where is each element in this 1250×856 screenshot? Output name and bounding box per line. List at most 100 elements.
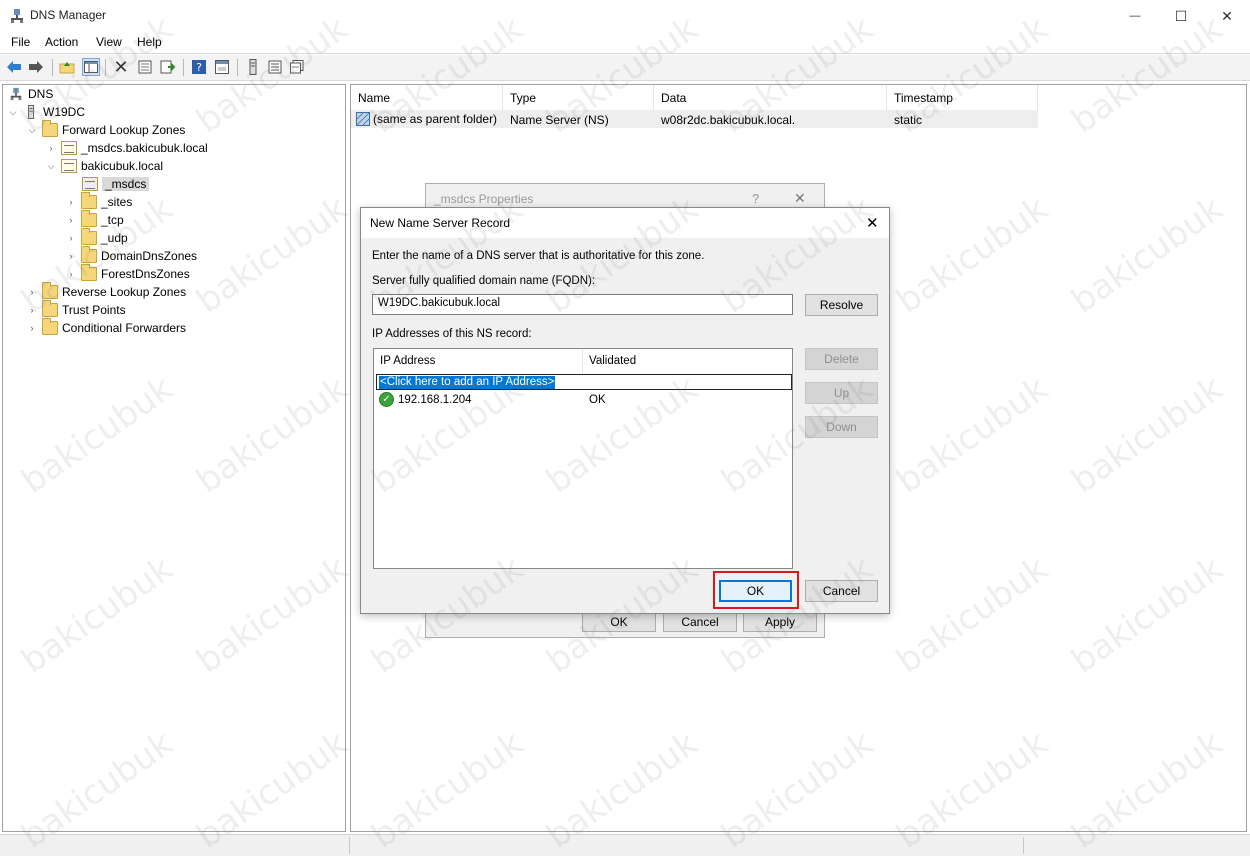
- close-icon[interactable]: ✕: [794, 190, 806, 207]
- window-title: DNS Manager: [30, 8, 107, 22]
- collapsed-chevron-icon[interactable]: ›: [26, 287, 38, 297]
- menu-help[interactable]: Help: [137, 35, 162, 49]
- list-icon[interactable]: [266, 58, 284, 76]
- folder-icon: [42, 120, 58, 137]
- tree-node-conditional-forwarders[interactable]: › Conditional Forwarders: [26, 318, 187, 337]
- folder-icon: [81, 228, 97, 245]
- records-icon[interactable]: [288, 58, 306, 76]
- tree-node-forward-lookup-zones[interactable]: ⌵ Forward Lookup Zones: [26, 120, 185, 139]
- list-item[interactable]: ✓ 192.168.1.204 OK: [378, 391, 792, 409]
- add-ip-address-placeholder[interactable]: <Click here to add an IP Address>: [379, 376, 556, 389]
- props-ok-button[interactable]: OK: [582, 612, 656, 632]
- tree-label: Conditional Forwarders: [62, 321, 187, 335]
- ip-addresses-label: IP Addresses of this NS record:: [372, 328, 532, 340]
- collapsed-chevron-icon[interactable]: ›: [26, 305, 38, 315]
- close-icon: ✕: [1221, 7, 1233, 24]
- tree-label: W19DC: [43, 105, 86, 119]
- menu-file[interactable]: File: [11, 35, 30, 49]
- tree-node-reverse-lookup-zones[interactable]: › Reverse Lookup Zones: [26, 282, 186, 301]
- console-icon[interactable]: [213, 58, 231, 76]
- cancel-button[interactable]: Cancel: [805, 580, 878, 602]
- column-header-type[interactable]: Type: [503, 85, 654, 110]
- add-ip-address-row[interactable]: <Click here to add an IP Address>: [376, 374, 792, 390]
- tree-node-domain-zone[interactable]: ⌵ bakicubuk.local: [45, 157, 163, 175]
- collapsed-chevron-icon[interactable]: ›: [65, 197, 77, 207]
- server-icon: [27, 105, 35, 119]
- forward-arrow-icon[interactable]: [27, 58, 45, 76]
- folder-icon: [42, 318, 58, 335]
- menu-view[interactable]: View: [96, 35, 122, 49]
- column-header-name[interactable]: Name: [351, 85, 503, 110]
- ip-address-list[interactable]: IP Address Validated <Click here to add …: [373, 348, 793, 569]
- dialog-title-bar: New Name Server Record ✕: [361, 208, 889, 238]
- collapsed-chevron-icon[interactable]: ›: [26, 323, 38, 333]
- column-header-timestamp[interactable]: Timestamp: [887, 85, 1038, 110]
- tree-label: bakicubuk.local: [81, 159, 164, 173]
- folder-icon: [42, 300, 58, 317]
- menu-action[interactable]: Action: [45, 35, 78, 49]
- tree-node-msdcs[interactable]: _msdcs: [66, 175, 150, 193]
- column-header-data[interactable]: Data: [654, 85, 887, 110]
- dns-icon: [10, 87, 22, 101]
- down-button[interactable]: Down: [805, 416, 878, 438]
- resolve-button[interactable]: Resolve: [805, 294, 878, 316]
- dns-manager-icon: [11, 9, 23, 23]
- tree-node-dns[interactable]: DNS: [6, 85, 53, 103]
- new-name-server-record-dialog: New Name Server Record ✕ Enter the name …: [360, 207, 890, 614]
- record-icon: [356, 112, 370, 126]
- menu-bar: File Action View Help: [0, 32, 1250, 54]
- tree-label: Trust Points: [62, 303, 126, 317]
- tree-node-sites[interactable]: › _sites: [65, 192, 133, 211]
- delete-button[interactable]: Delete: [805, 348, 878, 370]
- fqdn-input[interactable]: W19DC.bakicubuk.local: [372, 294, 793, 315]
- tree-node-forestdnszones[interactable]: › ForestDnsZones: [65, 264, 190, 283]
- collapsed-chevron-icon[interactable]: ›: [45, 143, 57, 153]
- collapsed-chevron-icon[interactable]: ›: [65, 233, 77, 243]
- up-folder-icon[interactable]: [58, 58, 76, 76]
- tree-label: _sites: [101, 195, 133, 209]
- ok-button[interactable]: OK: [719, 580, 792, 602]
- ip-address-value: 192.168.1.204: [398, 394, 472, 406]
- properties-icon[interactable]: [136, 58, 154, 76]
- show-hide-tree-icon[interactable]: [82, 58, 100, 76]
- status-bar: [0, 834, 1250, 856]
- tree-node-udp[interactable]: › _udp: [65, 228, 128, 247]
- tree-label: _tcp: [101, 213, 124, 227]
- props-apply-button[interactable]: Apply: [743, 612, 817, 632]
- delete-icon[interactable]: ✕: [112, 57, 130, 77]
- collapsed-chevron-icon[interactable]: ›: [65, 251, 77, 261]
- expanded-chevron-icon[interactable]: ⌵: [7, 107, 19, 118]
- folder-icon: [42, 282, 58, 299]
- expanded-chevron-icon[interactable]: ⌵: [45, 161, 57, 172]
- close-window-button[interactable]: ✕: [1204, 0, 1250, 32]
- close-icon[interactable]: ✕: [866, 214, 879, 232]
- tree-node-server[interactable]: ⌵ W19DC: [7, 103, 85, 121]
- tree-node-msdcs-zone[interactable]: › _msdcs.bakicubuk.local: [45, 139, 208, 157]
- collapsed-chevron-icon[interactable]: ›: [65, 269, 77, 279]
- tree-node-tcp[interactable]: › _tcp: [65, 210, 124, 229]
- column-header-ip-address[interactable]: IP Address: [374, 349, 583, 373]
- zone-icon: [61, 159, 77, 173]
- tree-label: _udp: [101, 231, 128, 245]
- tree-label: ForestDnsZones: [101, 267, 190, 281]
- help-icon[interactable]: ?: [752, 191, 759, 206]
- expanded-chevron-icon[interactable]: ⌵: [26, 125, 38, 136]
- validated-value: OK: [589, 394, 606, 406]
- tree-node-domaindnszones[interactable]: › DomainDnsZones: [65, 246, 198, 265]
- tree-label: DomainDnsZones: [101, 249, 198, 263]
- export-list-icon[interactable]: [159, 58, 177, 76]
- column-header-validated[interactable]: Validated: [583, 349, 792, 373]
- svg-text:?: ?: [196, 61, 202, 74]
- props-cancel-button[interactable]: Cancel: [663, 612, 737, 632]
- instruction-text: Enter the name of a DNS server that is a…: [372, 250, 705, 262]
- maximize-button[interactable]: ☐: [1158, 0, 1204, 32]
- cell-type: Name Server (NS): [503, 110, 654, 128]
- minimize-button[interactable]: —: [1112, 0, 1158, 32]
- help-icon[interactable]: ?: [190, 58, 208, 76]
- up-button[interactable]: Up: [805, 382, 878, 404]
- server-icon[interactable]: [244, 58, 262, 76]
- check-ok-icon: ✓: [379, 392, 394, 407]
- tree-node-trust-points[interactable]: › Trust Points: [26, 300, 126, 319]
- collapsed-chevron-icon[interactable]: ›: [65, 215, 77, 225]
- back-arrow-icon[interactable]: [5, 58, 23, 76]
